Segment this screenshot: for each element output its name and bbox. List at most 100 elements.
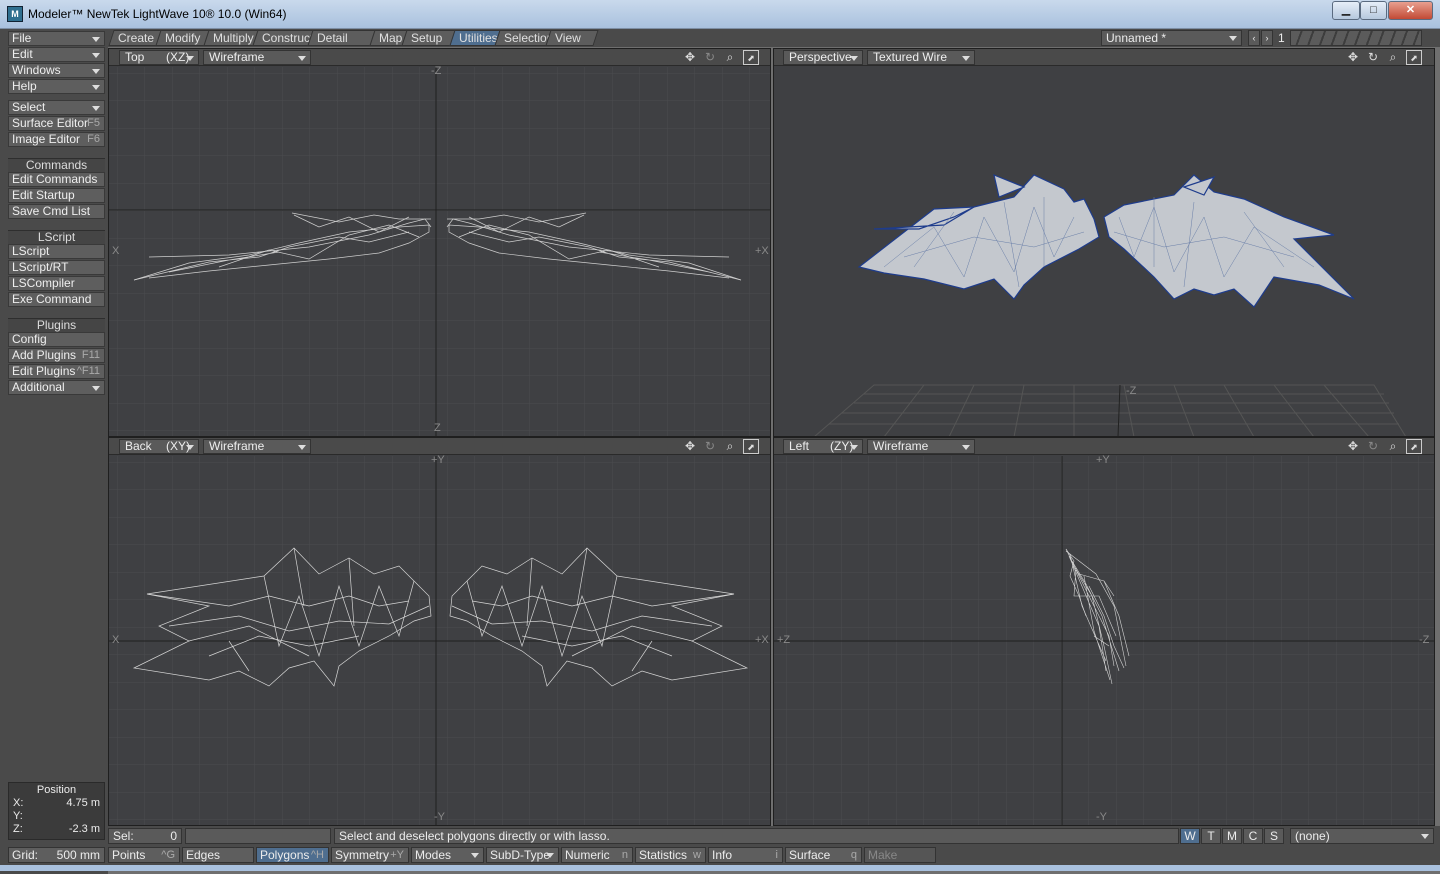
sidebar-add-plugins-button[interactable]: Add Plugins F11 xyxy=(8,348,105,363)
rotate-view-icon[interactable]: ↻ xyxy=(702,50,718,65)
chevron-down-icon xyxy=(850,56,858,61)
tab-construct[interactable]: Construct xyxy=(252,30,314,46)
sidebar-button-label: Surface Editor xyxy=(12,116,89,130)
maximize-viewport-icon[interactable]: ⬈ xyxy=(1406,50,1422,65)
viewport-canvas[interactable]: -Z Z X +X xyxy=(109,65,770,436)
maximize-viewport-icon[interactable]: ⬈ xyxy=(743,439,759,454)
viewport-canvas[interactable]: -Z xyxy=(774,67,1434,436)
view-type-select[interactable]: Perspective xyxy=(783,50,863,65)
maximize-button[interactable]: □ xyxy=(1360,1,1387,20)
tab-view[interactable]: View xyxy=(545,30,599,46)
tab-label: Construct xyxy=(262,31,314,45)
sidebar-edit-commands-button[interactable]: Edit Commands xyxy=(8,172,105,187)
tab-multiply[interactable]: Multiply xyxy=(203,30,259,46)
sidebar-lscript-button[interactable]: LScript xyxy=(8,244,105,259)
tab-detail[interactable]: Detail xyxy=(307,30,376,46)
rotate-view-icon[interactable]: ↻ xyxy=(1365,439,1381,454)
rotate-view-icon[interactable]: ↻ xyxy=(702,439,718,454)
sidebar-edit-button[interactable]: Edit xyxy=(8,47,105,62)
viewport-left[interactable]: Left (ZY) Wireframe ✥ ↻ ⌕ ⬈ +Y -Y +Z -Z xyxy=(773,437,1435,826)
button-label: Statistics xyxy=(639,848,688,862)
tab-create[interactable]: Create xyxy=(108,30,162,46)
minimize-button[interactable]: ▁ xyxy=(1332,1,1360,20)
tab-setup[interactable]: Setup xyxy=(401,30,456,46)
sidebar-button-label: Additional xyxy=(12,380,65,394)
wtmcs-w-button[interactable]: W xyxy=(1180,828,1200,844)
position-header: Position xyxy=(36,784,77,796)
wtmcs-s-button[interactable]: S xyxy=(1264,828,1284,844)
subd-type-button[interactable]: SubD-Type xyxy=(486,847,559,863)
move-view-icon[interactable]: ✥ xyxy=(682,439,698,454)
sidebar-edit-plugins-button[interactable]: Edit Plugins ^F11 xyxy=(8,364,105,379)
viewport-back[interactable]: Back (XY) Wireframe ✥ ↻ ⌕ ⬈ +Y -Y X +X xyxy=(108,437,771,826)
sidebar-windows-button[interactable]: Windows xyxy=(8,63,105,78)
view-type-select[interactable]: Top (XZ) xyxy=(119,50,199,65)
polygons-button[interactable]: Polygons ^H xyxy=(256,847,329,863)
tab-label: Map xyxy=(379,31,403,45)
render-mode-select[interactable]: Textured Wire xyxy=(867,50,975,65)
viewport-canvas[interactable]: +Y -Y +Z -Z xyxy=(774,454,1434,825)
viewport-canvas[interactable]: +Y -Y X +X xyxy=(109,454,770,825)
view-type-select[interactable]: Left (ZY) xyxy=(783,439,863,454)
surface-button[interactable]: Surface q xyxy=(785,847,862,863)
view-type-label: Back xyxy=(125,439,152,453)
points-button[interactable]: Points ^G xyxy=(108,847,180,863)
edges-button[interactable]: Edges xyxy=(182,847,254,863)
sidebar-help-button[interactable]: Help xyxy=(8,79,105,94)
axis-label-east: +X xyxy=(755,634,769,646)
sidebar-image-editor-button[interactable]: Image Editor F6 xyxy=(8,132,105,147)
viewport-perspective[interactable]: Perspective Textured Wire ✥ ↻ ⌕ ⬈ -Z xyxy=(773,48,1435,437)
info-button[interactable]: Info i xyxy=(708,847,783,863)
zoom-view-icon[interactable]: ⌕ xyxy=(722,50,738,65)
sidebar-config-button[interactable]: Config xyxy=(8,332,105,347)
render-mode-select[interactable]: Wireframe xyxy=(203,439,311,454)
maximize-viewport-icon[interactable]: ⬈ xyxy=(1406,439,1422,454)
wtmcs-m-button[interactable]: M xyxy=(1222,828,1242,844)
zoom-view-icon[interactable]: ⌕ xyxy=(1385,439,1401,454)
sidebar-lscompiler-button[interactable]: LSCompiler xyxy=(8,276,105,291)
next-layer-icon[interactable]: › xyxy=(1261,30,1273,46)
zoom-view-icon[interactable]: ⌕ xyxy=(722,439,738,454)
sidebar-edit-startup-button[interactable]: Edit Startup xyxy=(8,188,105,203)
close-button[interactable]: ✕ xyxy=(1388,1,1433,20)
chevron-down-icon xyxy=(850,445,858,450)
sidebar-button-label: LSCompiler xyxy=(12,276,75,290)
sidebar-lscript-rt-button[interactable]: LScript/RT xyxy=(8,260,105,275)
lightwave-app-icon[interactable]: M xyxy=(7,6,23,22)
viewport-header: Left (ZY) Wireframe ✥ ↻ ⌕ ⬈ xyxy=(774,438,1434,455)
wtmcs-t-button[interactable]: T xyxy=(1201,828,1221,844)
axis-label-west: +Z xyxy=(777,634,791,646)
move-view-icon[interactable]: ✥ xyxy=(682,50,698,65)
viewport-header: Back (XY) Wireframe ✥ ↻ ⌕ ⬈ xyxy=(109,438,770,455)
sidebar-file-button[interactable]: File xyxy=(8,31,105,46)
zoom-view-icon[interactable]: ⌕ xyxy=(1385,50,1401,65)
viewport-top[interactable]: Top (XZ) Wireframe ✥ ↻ ⌕ ⬈ -Z Z X +X xyxy=(108,48,771,437)
statistics-button[interactable]: Statistics w xyxy=(635,847,706,863)
move-view-icon[interactable]: ✥ xyxy=(1345,439,1361,454)
sidebar-button-label: Save Cmd List xyxy=(12,204,91,218)
modes-button[interactable]: Modes xyxy=(411,847,484,863)
render-mode-select[interactable]: Wireframe xyxy=(203,50,311,65)
symmetry-button[interactable]: Symmetry +Y xyxy=(331,847,409,863)
sidebar-exe-command-button[interactable]: Exe Command xyxy=(8,292,105,307)
shortcut-key: ^G xyxy=(161,849,175,861)
tab-utilities[interactable]: Utilities xyxy=(449,30,501,46)
prev-layer-icon[interactable]: ‹ xyxy=(1248,30,1260,46)
render-mode-select[interactable]: Wireframe xyxy=(867,439,975,454)
sidebar-additional-button[interactable]: Additional xyxy=(8,380,105,395)
tab-selection[interactable]: Selection xyxy=(494,30,553,46)
numeric-button[interactable]: Numeric n xyxy=(561,847,633,863)
sidebar-select-button[interactable]: Select xyxy=(8,100,105,115)
make-button[interactable]: Make xyxy=(864,847,936,863)
rotate-view-icon[interactable]: ↻ xyxy=(1365,50,1381,65)
surface-select[interactable]: (none) xyxy=(1290,828,1434,844)
layer-buttons[interactable] xyxy=(1290,30,1422,46)
move-view-icon[interactable]: ✥ xyxy=(1345,50,1361,65)
sidebar-surface-editor-button[interactable]: Surface Editor F5 xyxy=(8,116,105,131)
tab-modify[interactable]: Modify xyxy=(155,30,210,46)
sidebar-save-cmd-list-button[interactable]: Save Cmd List xyxy=(8,204,105,219)
scene-select[interactable]: Unnamed * xyxy=(1101,30,1242,46)
view-type-select[interactable]: Back (XY) xyxy=(119,439,199,454)
maximize-viewport-icon[interactable]: ⬈ xyxy=(743,50,759,65)
wtmcs-c-button[interactable]: C xyxy=(1243,828,1263,844)
